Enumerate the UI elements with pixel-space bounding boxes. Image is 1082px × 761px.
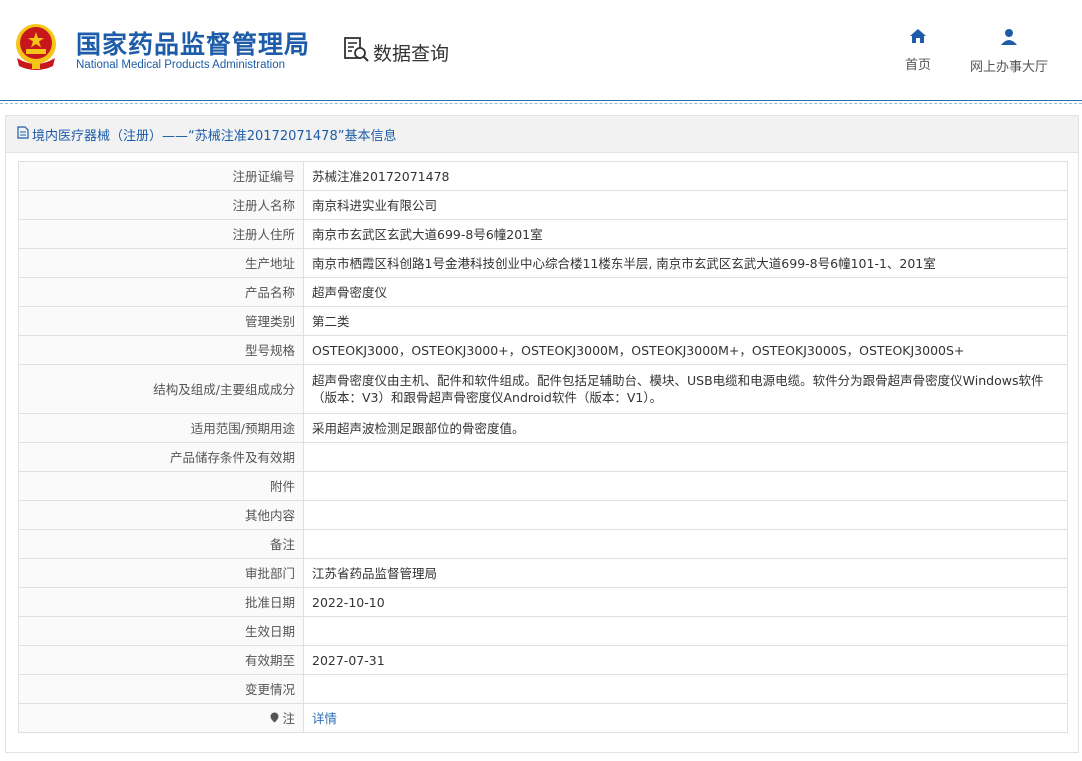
basic-info-panel: 境内医疗器械（注册）——“苏械注准20172071478”基本信息 注册证编号苏…: [5, 115, 1079, 753]
table-row: 其他内容: [18, 500, 1068, 530]
row-value: 2027-07-31: [303, 645, 1068, 675]
nav-online-hall-label: 网上办事大厅: [969, 60, 1048, 75]
details-link[interactable]: 详情: [312, 711, 337, 726]
data-query-label: 数据查询: [373, 42, 450, 65]
row-key: 结构及组成/主要组成成分: [18, 364, 304, 414]
row-key: 备注: [18, 529, 304, 559]
table-row: 产品储存条件及有效期: [18, 442, 1068, 472]
table-row: 附件: [18, 471, 1068, 501]
row-value: [303, 529, 1068, 559]
nav-home-label: 首页: [904, 58, 931, 73]
table-row: 注册人名称 南京科进实业有限公司: [18, 190, 1068, 220]
row-key: 型号规格: [18, 335, 304, 365]
row-key: 变更情况: [18, 674, 304, 704]
panel-title: 境内医疗器械（注册）——“苏械注准20172071478”基本信息: [6, 116, 1078, 153]
table-row: 产品名称 超声骨密度仪: [18, 277, 1068, 307]
row-key: 注册证编号: [18, 161, 304, 191]
row-value: 第二类: [303, 306, 1068, 336]
row-key: 审批部门: [18, 558, 304, 588]
table-row: 备注: [18, 529, 1068, 559]
nav-online-hall[interactable]: 网上办事大厅: [966, 28, 1052, 75]
row-value: 南京市玄武区玄武大道699-8号6幢201室: [303, 219, 1068, 249]
row-value: OSTEOKJ3000，OSTEOKJ3000+，OSTEOKJ3000M，OS…: [303, 335, 1068, 365]
data-query-title: 数据查询: [343, 36, 449, 68]
table-row: 审批部门 江苏省药品监督管理局: [18, 558, 1068, 588]
note-key-cell: 注: [18, 703, 304, 733]
nav-home[interactable]: 首页: [900, 28, 936, 73]
row-value: 江苏省药品监督管理局: [303, 558, 1068, 588]
row-value: [303, 471, 1068, 501]
site-header: 国家药品监督管理局 National Medical Products Admi…: [0, 0, 1082, 104]
panel-title-text: 境内医疗器械（注册）——“苏械注准20172071478”基本信息: [32, 128, 397, 144]
row-key: 生产地址: [18, 248, 304, 278]
row-value: 南京科进实业有限公司: [303, 190, 1068, 220]
user-icon: [1000, 29, 1018, 50]
row-key: 附件: [18, 471, 304, 501]
home-icon: [909, 29, 927, 48]
table-row: 变更情况: [18, 674, 1068, 704]
row-key: 管理类别: [18, 306, 304, 336]
row-value: [303, 442, 1068, 472]
table-row: 批准日期 2022-10-10: [18, 587, 1068, 617]
row-value: 苏械注准20172071478: [303, 161, 1068, 191]
row-value: 2022-10-10: [303, 587, 1068, 617]
row-value: [303, 616, 1068, 646]
row-key: 注册人名称: [18, 190, 304, 220]
row-key: 注册人住所: [18, 219, 304, 249]
note-value-cell: 详情: [303, 703, 1068, 733]
row-value: 超声骨密度仪: [303, 277, 1068, 307]
table-row: 管理类别 第二类: [18, 306, 1068, 336]
row-key: 批准日期: [18, 587, 304, 617]
table-row: 型号规格 OSTEOKJ3000，OSTEOKJ3000+，OSTEOKJ3000…: [18, 335, 1068, 365]
row-value: 南京市栖霞区科创路1号金港科技创业中心综合楼11楼东半层, 南京市玄武区玄武大道…: [303, 248, 1068, 278]
table-row: 结构及组成/主要组成成分 超声骨密度仪由主机、配件和软件组成。配件包括足辅助台、模…: [18, 364, 1068, 414]
table-row: 注 详情: [18, 703, 1068, 733]
note-key: 注: [282, 710, 295, 726]
pin-icon: [270, 711, 283, 726]
org-name-cn: 国家药品监督管理局: [76, 30, 311, 59]
row-value: 采用超声波检测足跟部位的骨密度值。: [303, 413, 1068, 443]
row-key: 生效日期: [18, 616, 304, 646]
emblem-icon: [13, 22, 59, 72]
row-key: 产品名称: [18, 277, 304, 307]
table-row: 注册证编号 苏械注准20172071478: [18, 161, 1068, 191]
table-row: 适用范围/预期用途 采用超声波检测足跟部位的骨密度值。: [18, 413, 1068, 443]
search-doc-icon: [343, 36, 371, 68]
document-icon: [17, 125, 29, 143]
row-key: 其他内容: [18, 500, 304, 530]
row-key: 适用范围/预期用途: [18, 413, 304, 443]
org-name-en: National Medical Products Administration: [76, 59, 286, 71]
row-value: [303, 674, 1068, 704]
table-row: 生效日期: [18, 616, 1068, 646]
table-row: 生产地址 南京市栖霞区科创路1号金港科技创业中心综合楼11楼东半层, 南京市玄武区…: [18, 248, 1068, 278]
row-value: [303, 500, 1068, 530]
row-key: 产品储存条件及有效期: [18, 442, 304, 472]
row-value: 超声骨密度仪由主机、配件和软件组成。配件包括足辅助台、模块、USB电缆和电源电缆…: [303, 364, 1068, 414]
row-key: 有效期至: [18, 645, 304, 675]
table-row: 注册人住所 南京市玄武区玄武大道699-8号6幢201室: [18, 219, 1068, 249]
table-row: 有效期至 2027-07-31: [18, 645, 1068, 675]
info-table: 注册证编号 苏械注准20172071478 注册人名称 南京科进实业有限公司 注册人…: [18, 161, 1068, 733]
